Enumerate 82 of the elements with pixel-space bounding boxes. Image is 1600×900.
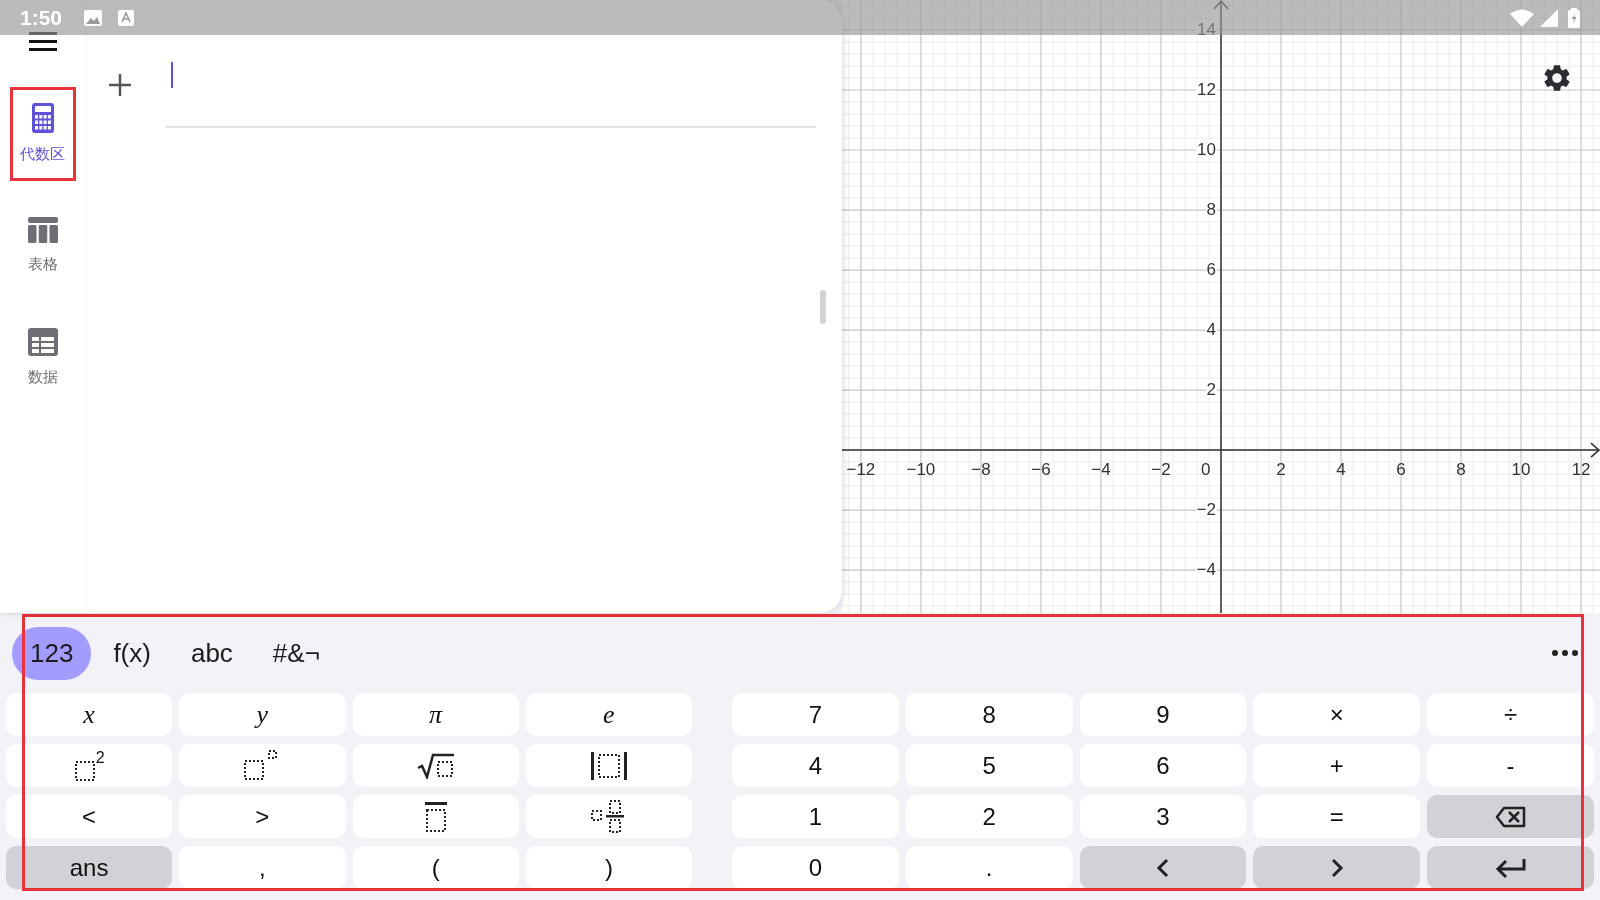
keyboard-key[interactable]: = — [1253, 795, 1421, 838]
keyboard-key[interactable] — [525, 744, 692, 787]
enter-icon — [1494, 856, 1527, 879]
scrollbar — [820, 290, 826, 324]
keyboard-key[interactable] — [1427, 795, 1594, 838]
x-tick-label: 10 — [1511, 461, 1531, 479]
origin-label: 0 — [1201, 461, 1211, 479]
x-tick-label: −2 — [1151, 461, 1171, 479]
keyboard-tab[interactable]: f(x) — [95, 626, 169, 680]
y-tick-label: 6 — [1205, 261, 1217, 279]
keyboard-key[interactable]: ( — [352, 846, 519, 889]
keyboard-key[interactable]: 6 — [1079, 744, 1247, 787]
sidebar-tab[interactable]: 数据 — [9, 311, 76, 405]
y-tick-label: 12 — [1196, 81, 1217, 98]
table-columns-icon — [27, 216, 58, 243]
keyboard-key[interactable]: e — [525, 693, 692, 736]
y-tick-label: 10 — [1196, 141, 1217, 158]
x-tick-label: 6 — [1396, 461, 1406, 479]
y-tick-label: 14 — [1196, 21, 1217, 38]
more-icon[interactable] — [1552, 650, 1578, 656]
x-tick-label: 8 — [1456, 461, 1466, 479]
y-tick-label: −4 — [1195, 561, 1217, 579]
keyboard-key[interactable]: 9 — [1079, 693, 1247, 736]
keyboard-key[interactable]: ) — [525, 846, 692, 889]
keyboard-key[interactable]: y — [179, 693, 346, 736]
x-tick-label: 2 — [1276, 461, 1286, 479]
chevron-left-icon — [1156, 857, 1170, 878]
keyboard-tab[interactable]: #&¬ — [254, 626, 338, 680]
keyboard-key[interactable] — [525, 795, 692, 838]
keyboard-key[interactable]: 0 — [732, 846, 899, 889]
keyboard-tab[interactable]: abc — [172, 626, 251, 680]
placeholder-box-icon — [73, 759, 96, 782]
y-tick-label: 4 — [1205, 321, 1217, 339]
keyboard-key[interactable]: × — [1253, 693, 1421, 736]
keyboard-key[interactable]: π — [352, 693, 519, 736]
absolute-value-icon — [589, 750, 628, 781]
keyboard-key[interactable]: 3 — [1079, 795, 1247, 838]
x-tick-label: 12 — [1571, 461, 1591, 479]
y-tick-label: 8 — [1205, 201, 1217, 219]
keyboard-key[interactable]: 1 — [732, 795, 899, 838]
status-time: 1:50 — [20, 4, 63, 31]
backspace-icon — [1494, 805, 1527, 828]
keyboard-key[interactable]: ÷ — [1427, 693, 1594, 736]
keyboard-key[interactable] — [352, 795, 519, 838]
keyboard-key[interactable]: . — [905, 846, 1073, 889]
x-tick-label: −6 — [1031, 461, 1051, 479]
y-tick-label: −2 — [1195, 501, 1217, 519]
keyboard-key[interactable]: 4 — [732, 744, 899, 787]
sidebar-tab[interactable]: 代数区 — [9, 87, 76, 181]
menu-icon[interactable] — [28, 32, 57, 52]
y-tick-label: 2 — [1205, 381, 1217, 399]
sidebar-tab[interactable]: 表格 — [9, 199, 76, 293]
calculator-icon — [31, 102, 54, 133]
signal-icon — [1540, 8, 1558, 27]
keyboard-tab[interactable]: 123 — [12, 626, 92, 680]
x-tick-label: −4 — [1091, 461, 1111, 479]
keyboard-key[interactable]: 5 — [905, 744, 1073, 787]
x-tick-label: −8 — [971, 461, 991, 479]
square-root-icon — [416, 752, 455, 779]
keyboard-key[interactable]: 2 — [6, 744, 173, 787]
input-field[interactable] — [166, 62, 816, 128]
keyboard-key[interactable]: < — [6, 795, 173, 838]
x-tick-label: −12 — [846, 461, 876, 479]
keyboard-key[interactable]: 7 — [732, 693, 899, 736]
keyboard-key[interactable]: + — [1253, 744, 1421, 787]
wifi-icon — [1510, 8, 1534, 27]
keyboard-key[interactable]: 8 — [905, 693, 1073, 736]
spreadsheet-icon — [27, 327, 58, 356]
chevron-right-icon — [1329, 857, 1344, 878]
keyboard-key[interactable] — [352, 744, 519, 787]
overline-template-icon — [422, 800, 449, 833]
keyboard-key[interactable]: > — [179, 795, 346, 838]
keyboard-key[interactable]: , — [179, 846, 346, 889]
add-icon[interactable] — [108, 73, 132, 97]
x-tick-label: −10 — [906, 461, 936, 479]
keyboard-key[interactable]: x — [6, 693, 173, 736]
battery-icon — [1568, 7, 1580, 28]
exponent-label: 2 — [95, 749, 105, 766]
keyboard-key[interactable]: ans — [6, 846, 173, 889]
keyboard-key[interactable]: 2 — [905, 795, 1073, 838]
keyboard-key[interactable]: - — [1427, 744, 1594, 787]
x-tick-label: 4 — [1336, 461, 1346, 479]
